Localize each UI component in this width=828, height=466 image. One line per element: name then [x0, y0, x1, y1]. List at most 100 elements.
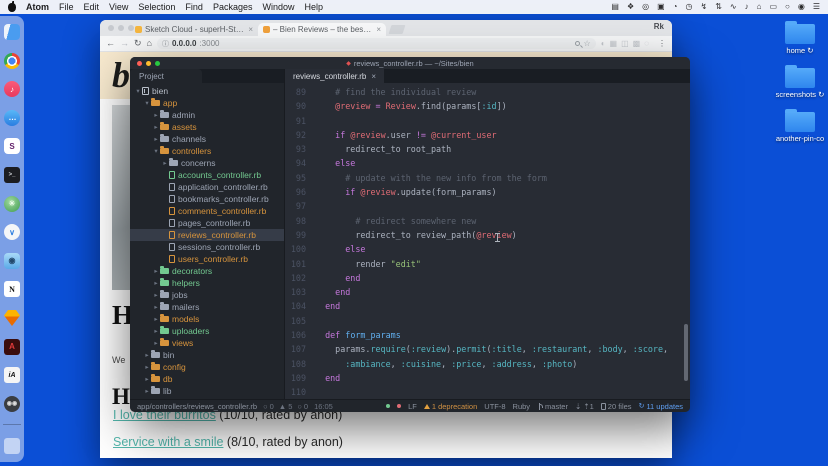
- disclosure-arrow-icon[interactable]: ▸: [152, 339, 160, 347]
- disclosure-arrow-icon[interactable]: ▾: [152, 147, 160, 155]
- tree-item-application_controller-rb[interactable]: application_controller.rb: [130, 181, 284, 193]
- search-icon[interactable]: [575, 41, 580, 46]
- menu-item-selection[interactable]: Selection: [138, 2, 175, 12]
- disclosure-arrow-icon[interactable]: ▸: [143, 351, 151, 359]
- wifi-icon[interactable]: ∿: [730, 0, 737, 14]
- project-tab[interactable]: Project: [130, 69, 202, 83]
- extension-icons[interactable]: ◐▦◫▩◌: [601, 40, 653, 48]
- disclosure-arrow-icon[interactable]: ▸: [152, 327, 160, 335]
- tree-item-bien[interactable]: ▾bien: [130, 85, 284, 97]
- tree-item-views[interactable]: ▸views: [130, 337, 284, 349]
- deprecation-warning[interactable]: 1 deprecation: [424, 402, 477, 411]
- menu-item-view[interactable]: View: [109, 2, 128, 12]
- airplay-icon[interactable]: ⌂: [757, 0, 762, 14]
- finder-icon[interactable]: [4, 24, 20, 40]
- ia-writer-icon[interactable]: iA: [4, 367, 20, 383]
- zoom-button[interactable]: [155, 61, 160, 66]
- spotlight-icon[interactable]: ○: [785, 0, 790, 14]
- close-tab-icon[interactable]: ×: [376, 25, 381, 34]
- browser-tab-1[interactable]: – Bien Reviews – the best re…×: [258, 23, 386, 36]
- disclosure-arrow-icon[interactable]: ▾: [134, 87, 142, 95]
- tree-item-decorators[interactable]: ▸decorators: [130, 265, 284, 277]
- menu-item-window[interactable]: Window: [262, 2, 294, 12]
- chrome-icon[interactable]: [4, 53, 20, 69]
- tree-item-channels[interactable]: ▸channels: [130, 133, 284, 145]
- site-logo[interactable]: b: [112, 54, 130, 96]
- tree-item-mailers[interactable]: ▸mailers: [130, 301, 284, 313]
- disclosure-arrow-icon[interactable]: ▸: [143, 387, 151, 395]
- messages-icon[interactable]: …: [4, 110, 20, 126]
- tree-item-bookmarks_controller-rb[interactable]: bookmarks_controller.rb: [130, 193, 284, 205]
- menu-item-atom[interactable]: Atom: [26, 2, 49, 12]
- extension-icon-4[interactable]: ◌: [644, 39, 649, 48]
- disclosure-arrow-icon[interactable]: ▾: [143, 99, 151, 107]
- desktop-icon-screenshots[interactable]: screenshots ↻: [774, 68, 826, 99]
- disclosure-arrow-icon[interactable]: ▸: [152, 291, 160, 299]
- back-button[interactable]: ←: [106, 39, 115, 48]
- browser-tab-0[interactable]: Sketch Cloud - superH-Store×: [130, 23, 258, 36]
- profile-badge[interactable]: Rk: [654, 22, 664, 31]
- shield-icon[interactable]: ❖: [627, 0, 634, 14]
- editor-scrollbar[interactable]: [684, 324, 688, 381]
- tree-item-accounts_controller-rb[interactable]: accounts_controller.rb: [130, 169, 284, 181]
- updates-indicator[interactable]: ↻ 11 updates: [639, 402, 683, 411]
- tree-item-comments_controller-rb[interactable]: comments_controller.rb: [130, 205, 284, 217]
- files-changed-indicator[interactable]: 20 files: [601, 402, 632, 411]
- garden-app-icon[interactable]: ✳: [4, 196, 20, 212]
- tree-item-reviews_controller-rb[interactable]: reviews_controller.rb: [130, 229, 284, 241]
- tweetbot-icon[interactable]: ◉: [4, 253, 20, 269]
- volume-icon[interactable]: ♪: [745, 0, 749, 14]
- disclosure-arrow-icon[interactable]: ▸: [152, 279, 160, 287]
- mail-app-icon[interactable]: ∨: [4, 224, 20, 240]
- slack-icon[interactable]: S: [4, 138, 20, 154]
- tree-item-uploaders[interactable]: ▸uploaders: [130, 325, 284, 337]
- tree-item-models[interactable]: ▸models: [130, 313, 284, 325]
- disclosure-arrow-icon[interactable]: ▸: [143, 375, 151, 383]
- tree-item-controllers[interactable]: ▾controllers: [130, 145, 284, 157]
- tree-item-helpers[interactable]: ▸helpers: [130, 277, 284, 289]
- minimize-button[interactable]: [146, 61, 151, 66]
- url-bar[interactable]: ⓘ 0.0.0.0 :3000 ☆: [157, 38, 596, 49]
- tree-item-assets[interactable]: ▸assets: [130, 121, 284, 133]
- tree-item-sessions_controller-rb[interactable]: sessions_controller.rb: [130, 241, 284, 253]
- acrobat-icon[interactable]: A: [4, 339, 20, 355]
- tree-item-users_controller-rb[interactable]: users_controller.rb: [130, 253, 284, 265]
- browser-menu-icon[interactable]: ⋮: [658, 40, 666, 48]
- siri-icon[interactable]: ◉: [798, 0, 805, 14]
- menu-item-file[interactable]: File: [59, 2, 74, 12]
- music-icon[interactable]: ♪: [4, 81, 20, 97]
- tree-item-config[interactable]: ▸config: [130, 361, 284, 373]
- tree-item-jobs[interactable]: ▸jobs: [130, 289, 284, 301]
- apple-logo-icon[interactable]: [8, 3, 16, 12]
- terminal-icon[interactable]: >_: [4, 167, 20, 183]
- disclosure-arrow-icon[interactable]: ▸: [152, 267, 160, 275]
- tree-item-admin[interactable]: ▸admin: [130, 109, 284, 121]
- trash-icon[interactable]: [4, 438, 20, 454]
- menu-item-packages[interactable]: Packages: [213, 2, 253, 12]
- forward-button[interactable]: →: [120, 39, 129, 48]
- minimize-button[interactable]: [118, 25, 124, 31]
- reload-button[interactable]: ↻: [134, 39, 142, 48]
- record-icon[interactable]: ◎: [642, 0, 649, 14]
- status-file-path[interactable]: app/controllers/reviews_controller.rb: [137, 402, 257, 411]
- sketch-icon[interactable]: [4, 310, 20, 326]
- review-link[interactable]: Service with a smile: [113, 435, 223, 449]
- menu-item-help[interactable]: Help: [304, 2, 323, 12]
- new-tab-button[interactable]: [389, 25, 406, 34]
- display-icon[interactable]: ▤: [611, 0, 619, 14]
- disclosure-arrow-icon[interactable]: ▸: [152, 315, 160, 323]
- zoom-button[interactable]: [128, 25, 134, 31]
- close-button[interactable]: [137, 61, 142, 66]
- disclosure-arrow-icon[interactable]: ▸: [152, 111, 160, 119]
- stickers-app-icon[interactable]: ◉◉: [4, 396, 20, 412]
- extension-icon-1[interactable]: ▦: [610, 39, 618, 48]
- encoding-indicator[interactable]: UTF-8: [484, 402, 505, 411]
- disclosure-arrow-icon[interactable]: ▸: [152, 303, 160, 311]
- clock-icon[interactable]: ◔: [673, 0, 678, 14]
- tree-item-app[interactable]: ▾app: [130, 97, 284, 109]
- tree-item-concerns[interactable]: ▸concerns: [130, 157, 284, 169]
- disclosure-arrow-icon[interactable]: ▸: [161, 159, 169, 167]
- site-info-icon[interactable]: ⓘ: [162, 39, 169, 49]
- home-button[interactable]: ⌂: [147, 39, 152, 48]
- close-button[interactable]: [108, 25, 114, 31]
